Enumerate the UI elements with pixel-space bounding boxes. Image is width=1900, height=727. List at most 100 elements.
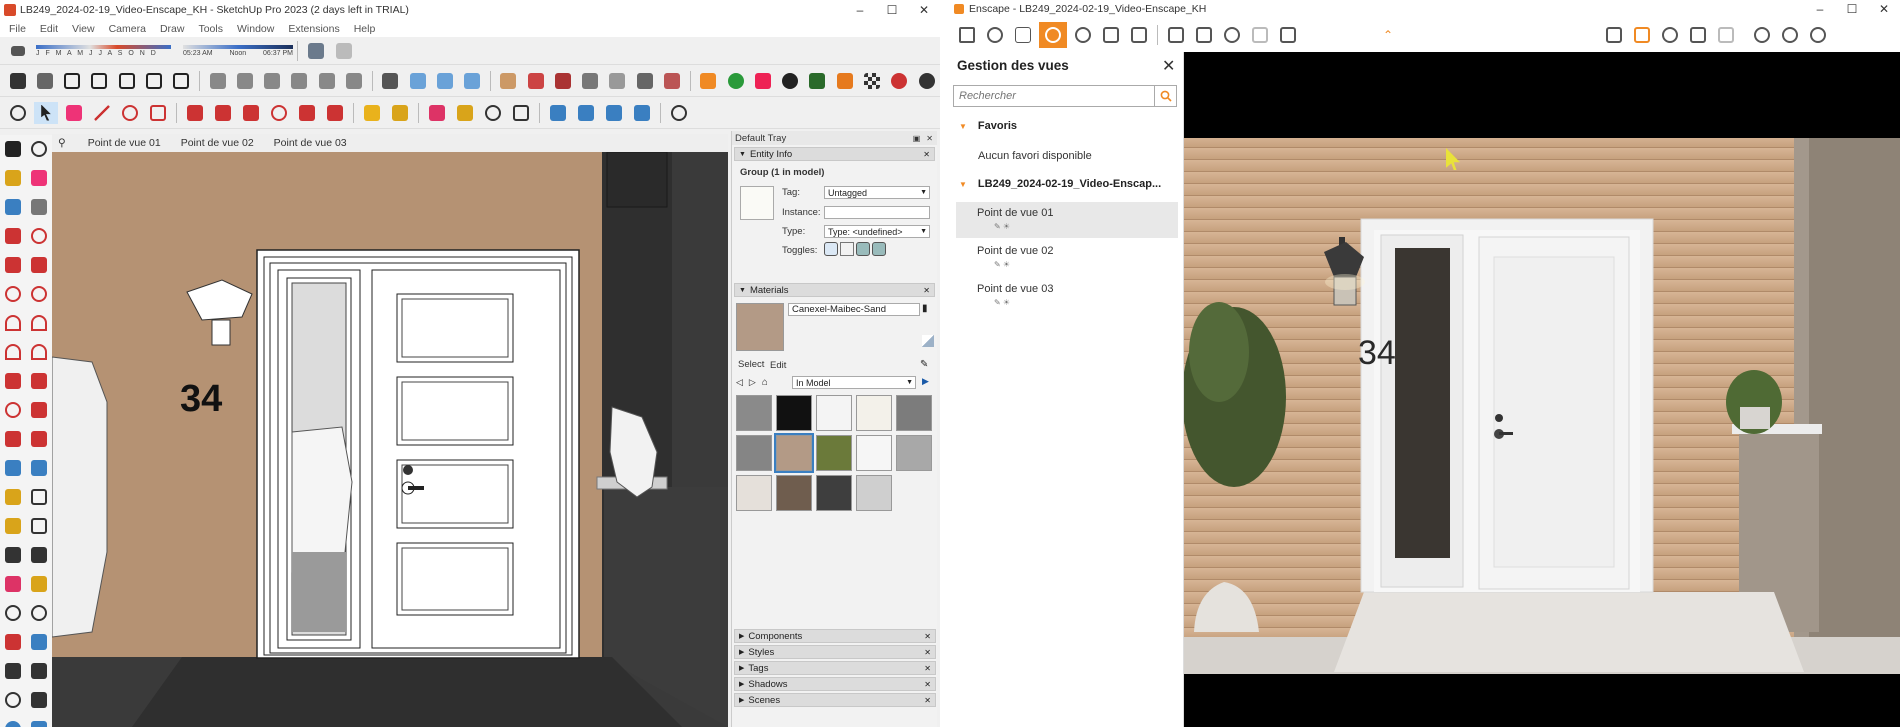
palette-zoom-icon[interactable] — [1, 602, 25, 624]
solid-tools-icon[interactable] — [546, 102, 570, 124]
tab-select[interactable]: Select — [738, 359, 764, 370]
upload-cloud-icon[interactable] — [888, 70, 911, 92]
view-edit-icon[interactable]: ✎ ☀ — [994, 222, 1010, 231]
type-select[interactable]: Type: <undefined> ▼ — [824, 225, 930, 238]
collapse-arrow-icon[interactable]: ⌃ — [1376, 24, 1400, 46]
palette-sync-icon[interactable] — [27, 718, 51, 727]
palette-footprints-icon[interactable] — [27, 660, 51, 682]
close-icon[interactable]: ✕ — [1162, 56, 1175, 76]
palette-pushpull-icon[interactable] — [27, 370, 51, 392]
zoom-icon[interactable] — [6, 102, 30, 124]
menu-edit[interactable]: Edit — [33, 23, 65, 35]
eraser-style-icon[interactable] — [332, 40, 356, 62]
walk-icon[interactable] — [453, 102, 477, 124]
palette-paint-icon[interactable] — [1, 167, 25, 189]
material-swatch[interactable] — [776, 475, 812, 511]
palette-zoomwin-icon[interactable] — [27, 602, 51, 624]
eraser-icon[interactable] — [62, 102, 86, 124]
panel-close-icon[interactable]: ✕ — [924, 648, 931, 657]
render-settings-icon[interactable] — [1630, 24, 1654, 46]
model-info-icon[interactable] — [142, 70, 165, 92]
palette-move-icon[interactable] — [1, 370, 25, 392]
minimize-icon[interactable]: – — [844, 3, 876, 17]
intersect-icon[interactable] — [602, 102, 626, 124]
select-tool-icon[interactable] — [6, 70, 29, 92]
search-input[interactable] — [954, 90, 1154, 102]
scene-search-icon[interactable]: ⚲ — [52, 137, 78, 149]
material-swatch[interactable] — [856, 435, 892, 471]
push-pull-icon[interactable] — [183, 102, 207, 124]
tag-select[interactable]: Untagged ▼ — [824, 186, 930, 199]
material-swatch[interactable] — [896, 435, 932, 471]
palette-3dtext-icon[interactable] — [27, 544, 51, 566]
top-view-icon[interactable] — [233, 70, 256, 92]
material-swatch[interactable] — [774, 433, 814, 473]
collapsed-panel-4[interactable]: ▶ Scenes ✕ — [734, 693, 936, 707]
tab-edit[interactable]: Edit — [770, 360, 786, 371]
palette-freehand-icon[interactable] — [27, 225, 51, 247]
shadow-date-slider[interactable]: J F M A M J J A S O N D — [36, 44, 171, 57]
rectangle-icon[interactable] — [146, 102, 170, 124]
warehouse-icon[interactable] — [88, 70, 111, 92]
panorama-icon[interactable] — [1220, 24, 1244, 46]
entity-info-header[interactable]: ▼ Entity Info ✕ — [734, 147, 935, 161]
minimize-icon[interactable]: – — [1804, 2, 1836, 16]
left-view-icon[interactable] — [342, 70, 365, 92]
photo-texture-icon[interactable] — [304, 40, 328, 62]
palette-2pt-arc-icon[interactable] — [27, 312, 51, 334]
palette-pencil-icon[interactable] — [1, 225, 25, 247]
checker-icon[interactable] — [860, 70, 883, 92]
view-item[interactable]: Point de vue 01 ✎ ☀ — [956, 202, 1178, 238]
close-icon[interactable]: ✕ — [908, 3, 940, 17]
sketchup-viewport[interactable]: 34 — [52, 152, 728, 727]
material-swatch[interactable] — [896, 395, 932, 431]
palette-sound-icon[interactable] — [27, 689, 51, 711]
search-button[interactable] — [1154, 86, 1176, 106]
palette-orbit-icon[interactable] — [27, 138, 51, 160]
enscape-start-icon[interactable] — [697, 70, 720, 92]
front-view-icon[interactable] — [261, 70, 284, 92]
palette-rotated-rect-icon[interactable] — [27, 254, 51, 276]
sun-icon[interactable] — [833, 70, 856, 92]
enscape-render-view[interactable]: 34 — [1184, 52, 1900, 727]
menu-camera[interactable]: Camera — [102, 23, 153, 35]
material-swatch[interactable] — [856, 475, 892, 511]
palette-text-icon[interactable] — [27, 515, 51, 537]
forward-icon[interactable]: ▷ — [749, 377, 756, 388]
material-swatch[interactable] — [856, 395, 892, 431]
palette-protractor-icon[interactable] — [1, 515, 25, 537]
palette-eraser-icon[interactable] — [27, 167, 51, 189]
palette-enscape-icon[interactable] — [1, 718, 25, 727]
house-icon[interactable] — [61, 70, 84, 92]
new-material-icon[interactable]: ▮ — [922, 303, 934, 315]
collapsed-panel-2[interactable]: ▶ Tags ✕ — [734, 661, 936, 675]
home-icon[interactable]: ⌂ — [762, 377, 768, 388]
toggle-visible-icon[interactable] — [824, 242, 838, 256]
collapsed-panel-1[interactable]: ▶ Styles ✕ — [734, 645, 936, 659]
menu-draw[interactable]: Draw — [153, 23, 192, 35]
layout-icon[interactable] — [170, 70, 193, 92]
palette-dimension-icon[interactable] — [27, 486, 51, 508]
settings-icon[interactable] — [915, 70, 938, 92]
material-swatch[interactable] — [736, 395, 772, 431]
sandbox-icon[interactable] — [551, 70, 574, 92]
back-icon[interactable]: ◁ — [736, 377, 743, 388]
palette-axes-icon[interactable] — [1, 457, 25, 479]
menu-window[interactable]: Window — [230, 23, 281, 35]
back-edges-icon[interactable] — [433, 70, 456, 92]
material-preview[interactable] — [736, 303, 784, 351]
offset-icon[interactable] — [323, 102, 347, 124]
menu-extensions[interactable]: Extensions — [281, 23, 346, 35]
palette-scale-icon[interactable] — [1, 428, 25, 450]
stamp-icon[interactable] — [606, 70, 629, 92]
palette-pie-icon[interactable] — [27, 341, 51, 363]
menu-view[interactable]: View — [65, 23, 102, 35]
outer-shell-icon[interactable] — [574, 102, 598, 124]
palette-walk-icon[interactable] — [27, 573, 51, 595]
eyedropper-icon[interactable]: ✎ — [920, 359, 928, 370]
component-icon[interactable] — [33, 70, 56, 92]
scene-tab-2[interactable]: Point de vue 02 — [171, 137, 264, 149]
search-zoom-icon[interactable] — [481, 102, 505, 124]
eye-icon[interactable] — [1750, 24, 1774, 46]
scale-icon[interactable] — [295, 102, 319, 124]
